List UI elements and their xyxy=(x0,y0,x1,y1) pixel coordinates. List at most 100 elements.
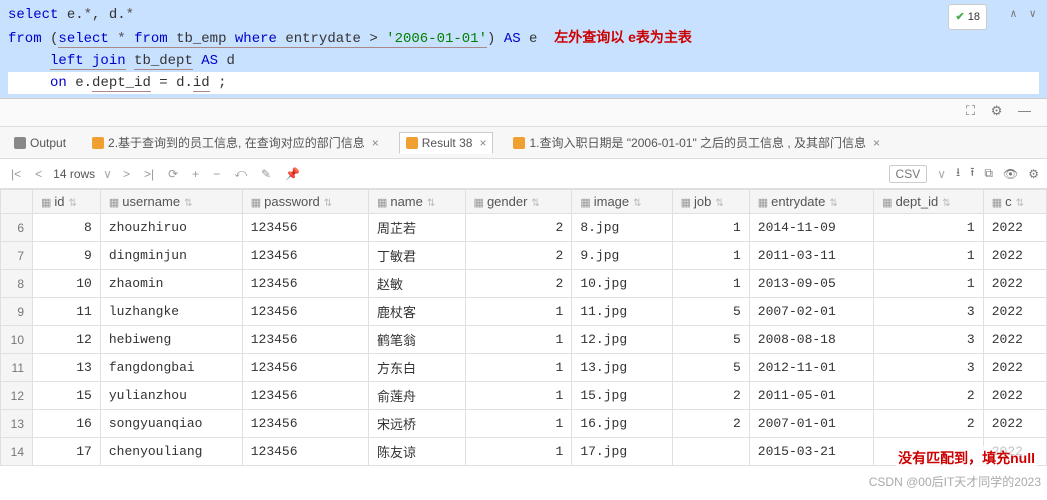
cell-password[interactable]: 123456 xyxy=(242,410,368,438)
clone-icon[interactable]: ⧉ xyxy=(984,166,993,181)
table-row[interactable]: 1012hebiweng123456鹤笔翁112.jpg52008-08-183… xyxy=(1,326,1047,354)
cell-dept_id[interactable]: 2 xyxy=(874,410,984,438)
cell-image[interactable]: 8.jpg xyxy=(572,214,672,242)
cell-id[interactable]: 9 xyxy=(33,242,101,270)
cell-image[interactable]: 10.jpg xyxy=(572,270,672,298)
cell-image[interactable]: 12.jpg xyxy=(572,326,672,354)
cell-job[interactable]: 1 xyxy=(672,214,749,242)
column-header-job[interactable]: ▦job⇅ xyxy=(672,190,749,214)
add-row-icon[interactable]: + xyxy=(189,167,202,181)
cell-name[interactable]: 鹿杖客 xyxy=(368,298,465,326)
cell-entrydate[interactable]: 2014-11-09 xyxy=(749,214,873,242)
cell-image[interactable]: 17.jpg xyxy=(572,438,672,466)
commit-icon[interactable]: ✎ xyxy=(258,167,274,181)
column-header-entrydate[interactable]: ▦entrydate⇅ xyxy=(749,190,873,214)
table-row[interactable]: 810zhaomin123456赵敏210.jpg12013-09-051202… xyxy=(1,270,1047,298)
cell-password[interactable]: 123456 xyxy=(242,214,368,242)
cell-password[interactable]: 123456 xyxy=(242,270,368,298)
cell-entrydate[interactable]: 2007-02-01 xyxy=(749,298,873,326)
cell-gender[interactable]: 2 xyxy=(465,270,572,298)
result-grid[interactable]: ▦id⇅▦username⇅▦password⇅▦name⇅▦gender⇅▦i… xyxy=(0,189,1047,499)
cell-username[interactable]: hebiweng xyxy=(100,326,242,354)
cell-username[interactable]: songyuanqiao xyxy=(100,410,242,438)
table-row[interactable]: 79dingminjun123456丁敏君29.jpg12011-03-1112… xyxy=(1,242,1047,270)
cell-image[interactable]: 9.jpg xyxy=(572,242,672,270)
cell-id[interactable]: 12 xyxy=(33,326,101,354)
first-page-icon[interactable]: |< xyxy=(8,167,24,181)
cell-c[interactable]: 2022 xyxy=(983,298,1046,326)
cell-gender[interactable]: 1 xyxy=(465,438,572,466)
cell-name[interactable]: 周芷若 xyxy=(368,214,465,242)
cell-c[interactable]: 2022 xyxy=(983,382,1046,410)
table-row[interactable]: 1113fangdongbai123456方东白113.jpg52012-11-… xyxy=(1,354,1047,382)
tab-query1[interactable]: 1.查询入职日期是 "2006-01-01" 之后的员工信息 , 及其部门信息× xyxy=(507,131,886,154)
revert-icon[interactable]: ⤺ xyxy=(231,166,250,181)
column-header-gender[interactable]: ▦gender⇅ xyxy=(465,190,572,214)
cell-image[interactable]: 15.jpg xyxy=(572,382,672,410)
cell-job[interactable]: 5 xyxy=(672,326,749,354)
column-header-dept_id[interactable]: ▦dept_id⇅ xyxy=(874,190,984,214)
expand-icon[interactable]: ⛶ xyxy=(966,103,975,118)
cell-id[interactable]: 16 xyxy=(33,410,101,438)
cell-job[interactable]: 2 xyxy=(672,410,749,438)
cell-name[interactable]: 方东白 xyxy=(368,354,465,382)
close-icon[interactable]: × xyxy=(873,136,880,150)
cell-c[interactable]: 2022 xyxy=(983,242,1046,270)
column-header-c[interactable]: ▦c⇅ xyxy=(983,190,1046,214)
cell-gender[interactable]: 2 xyxy=(465,242,572,270)
column-header-id[interactable]: ▦id⇅ xyxy=(33,190,101,214)
cell-username[interactable]: chenyouliang xyxy=(100,438,242,466)
cell-name[interactable]: 陈友谅 xyxy=(368,438,465,466)
cell-entrydate[interactable]: 2011-05-01 xyxy=(749,382,873,410)
cell-image[interactable]: 11.jpg xyxy=(572,298,672,326)
table-row[interactable]: 1215yulianzhou123456俞莲舟115.jpg22011-05-0… xyxy=(1,382,1047,410)
cell-name[interactable]: 俞莲舟 xyxy=(368,382,465,410)
cell-id[interactable]: 15 xyxy=(33,382,101,410)
cell-username[interactable]: yulianzhou xyxy=(100,382,242,410)
table-row[interactable]: 1417chenyouliang123456陈友谅117.jpg2015-03-… xyxy=(1,438,1047,466)
cell-c[interactable]: 2022 xyxy=(983,354,1046,382)
column-header-image[interactable]: ▦image⇅ xyxy=(572,190,672,214)
cell-name[interactable]: 宋远桥 xyxy=(368,410,465,438)
cell-image[interactable]: 16.jpg xyxy=(572,410,672,438)
cell-c[interactable]: 2022 xyxy=(983,326,1046,354)
view-icon[interactable]: 👁 xyxy=(1003,167,1018,181)
cell-gender[interactable]: 1 xyxy=(465,354,572,382)
cell-dept_id[interactable]: 1 xyxy=(874,270,984,298)
cell-name[interactable]: 鹤笔翁 xyxy=(368,326,465,354)
cell-password[interactable]: 123456 xyxy=(242,242,368,270)
minimize-icon[interactable]: — xyxy=(1018,103,1031,118)
cell-c[interactable]: 2022 xyxy=(983,214,1046,242)
cell-entrydate[interactable]: 2015-03-21 xyxy=(749,438,873,466)
close-icon[interactable]: × xyxy=(372,136,379,150)
column-header-username[interactable]: ▦username⇅ xyxy=(100,190,242,214)
table-row[interactable]: 911luzhangke123456鹿杖客111.jpg52007-02-013… xyxy=(1,298,1047,326)
cell-dept_id[interactable]: 1 xyxy=(874,214,984,242)
upload-icon[interactable]: ⭱ xyxy=(970,163,974,184)
cell-job[interactable]: 5 xyxy=(672,298,749,326)
close-icon[interactable]: × xyxy=(479,136,486,150)
cell-username[interactable]: zhouzhiruo xyxy=(100,214,242,242)
cell-job[interactable]: 1 xyxy=(672,270,749,298)
cell-password[interactable]: 123456 xyxy=(242,354,368,382)
cell-dept_id[interactable]: 2 xyxy=(874,382,984,410)
cell-entrydate[interactable]: 2007-01-01 xyxy=(749,410,873,438)
tab-output[interactable]: Output xyxy=(8,133,72,153)
pin-icon[interactable]: 📌 xyxy=(282,167,303,181)
cell-entrydate[interactable]: 2008-08-18 xyxy=(749,326,873,354)
cell-dept_id[interactable]: 3 xyxy=(874,298,984,326)
cell-id[interactable]: 11 xyxy=(33,298,101,326)
cell-gender[interactable]: 1 xyxy=(465,410,572,438)
cell-name[interactable]: 丁敏君 xyxy=(368,242,465,270)
cell-id[interactable]: 10 xyxy=(33,270,101,298)
cell-job[interactable]: 2 xyxy=(672,382,749,410)
sql-editor[interactable]: ✔ 18 ∧ ∨ select e.*, d.* from (select * … xyxy=(0,0,1047,99)
column-header-password[interactable]: ▦password⇅ xyxy=(242,190,368,214)
cell-gender[interactable]: 2 xyxy=(465,214,572,242)
cell-entrydate[interactable]: 2011-03-11 xyxy=(749,242,873,270)
cell-dept_id[interactable]: 3 xyxy=(874,326,984,354)
cell-entrydate[interactable]: 2012-11-01 xyxy=(749,354,873,382)
cell-username[interactable]: luzhangke xyxy=(100,298,242,326)
cell-password[interactable]: 123456 xyxy=(242,298,368,326)
cell-c[interactable]: 2022 xyxy=(983,270,1046,298)
